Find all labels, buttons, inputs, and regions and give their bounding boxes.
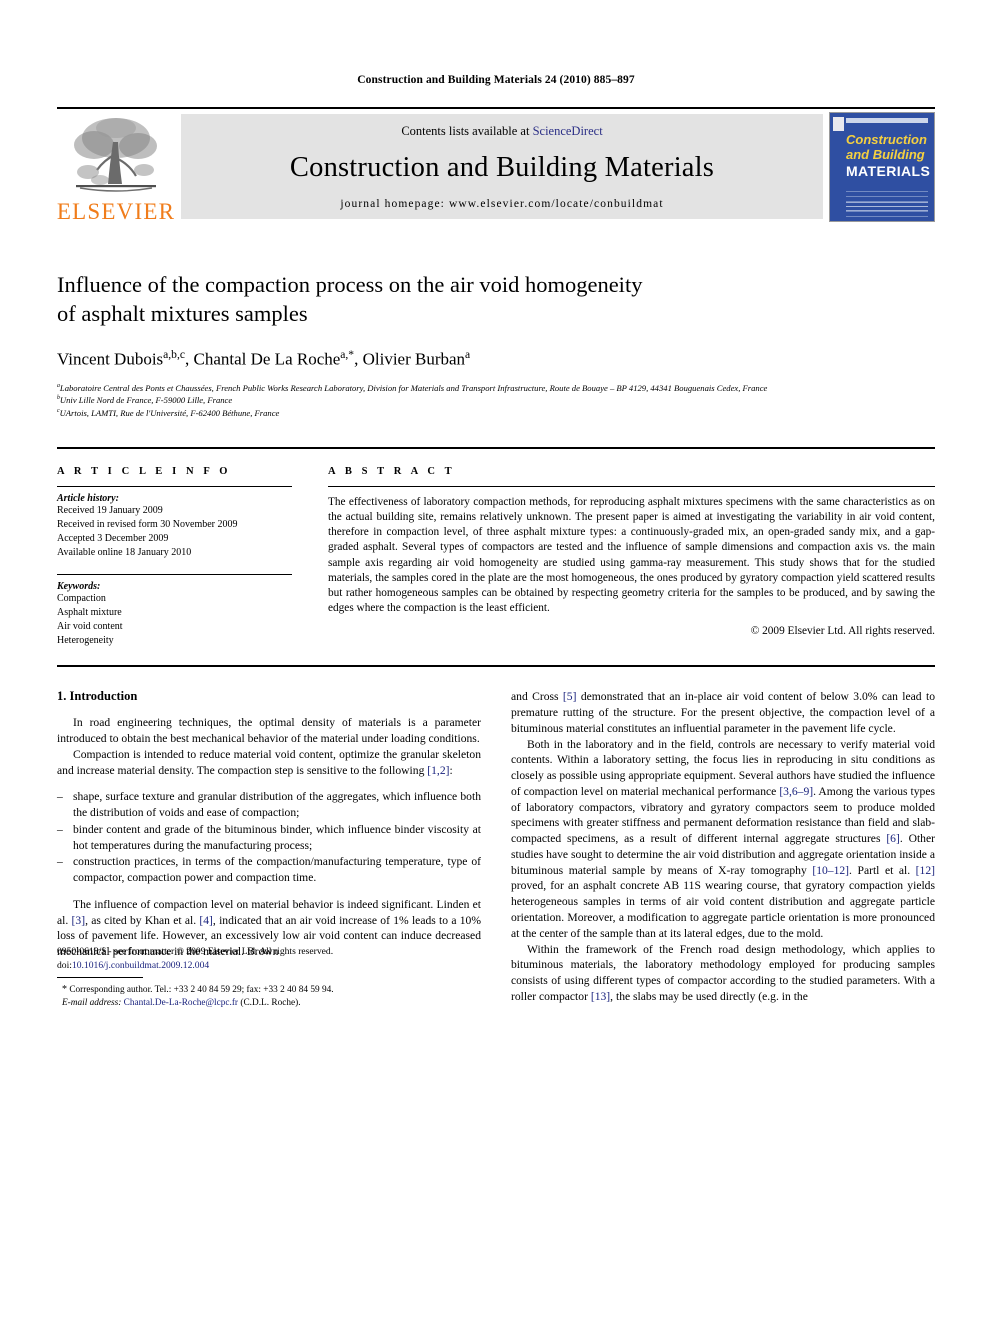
contents-available-line: Contents lists available at ScienceDirec… — [401, 124, 602, 139]
elsevier-logo: ELSEVIER — [57, 109, 175, 225]
citation-ref[interactable]: [5] — [563, 690, 577, 703]
article-history-group: Article history: Received 19 January 200… — [57, 487, 292, 561]
cover-title-line2: and Building — [846, 146, 925, 162]
affiliation-list: aLaboratoire Central des Ponts et Chauss… — [57, 382, 935, 419]
article-info-label: A R T I C L E I N F O — [57, 465, 232, 477]
journal-masthead: ELSEVIER Contents lists available at Sci… — [57, 107, 935, 225]
author-name: Vincent Dubois — [57, 349, 164, 369]
corresponding-author-footnote: * Corresponding author. Tel.: +33 2 40 8… — [57, 976, 481, 1011]
author-marks: a,b,c — [163, 347, 185, 361]
footnote-line-1: * Corresponding author. Tel.: +33 2 40 8… — [57, 983, 481, 997]
footnote-line-2: E-mail address: Chantal.De-La-Roche@lcpc… — [57, 997, 481, 1010]
citation-ref[interactable]: [4] — [199, 914, 213, 927]
keywords-group: Keywords: Compaction Asphalt mixture Air… — [57, 575, 292, 649]
author-marks: a — [465, 347, 471, 361]
footnote-contact-text: Corresponding author. Tel.: +33 2 40 84 … — [69, 984, 334, 995]
contents-prefix: Contents lists available at — [401, 124, 533, 138]
affiliation-item: bUniv Lille Nord de France, F-59000 Lill… — [57, 394, 935, 406]
history-item: Accepted 3 December 2009 — [57, 533, 169, 545]
cover-publisher-emblem-icon — [833, 117, 844, 131]
affiliation-text: Univ Lille Nord de France, F-59000 Lille… — [59, 395, 233, 406]
keyword-item: Air void content — [57, 620, 123, 632]
paragraph: Both in the laboratory and in the field,… — [511, 737, 935, 942]
email-label: E-mail address: — [62, 998, 122, 1009]
affiliation-text: Laboratoire Central des Ponts et Chaussé… — [59, 383, 768, 394]
citation-ref[interactable]: [6] — [886, 832, 900, 845]
citation-ref[interactable]: [3] — [72, 914, 86, 927]
divider — [57, 976, 143, 978]
abstract-text: The effectiveness of laboratory compacti… — [328, 495, 935, 615]
contents-banner: Contents lists available at ScienceDirec… — [181, 114, 823, 219]
citation-ref[interactable]: [1,2] — [427, 764, 449, 777]
section-heading-introduction: 1. Introduction — [57, 689, 138, 704]
journal-homepage-link[interactable]: journal homepage: www.elsevier.com/locat… — [340, 198, 663, 210]
keyword-item: Heterogeneity — [57, 635, 114, 647]
paragraph: and Cross [5] demonstrated that an in-pl… — [511, 689, 935, 736]
list-item: construction practices, in terms of the … — [57, 854, 481, 886]
cover-title-line1: Construction — [846, 132, 927, 147]
paragraph-text: . Partl et al. — [849, 863, 916, 877]
paragraph: Compaction is intended to reduce materia… — [57, 747, 481, 779]
email-owner: (C.D.L. Roche). — [240, 998, 301, 1009]
history-item: Received 19 January 2009 — [57, 504, 163, 516]
paragraph: Within the framework of the French road … — [511, 942, 935, 1005]
paragraph-text: and Cross — [511, 690, 563, 704]
author-name: Olivier Burban — [362, 349, 466, 369]
abstract-column: A B S T R A C T The effectiveness of lab… — [328, 466, 935, 649]
issn-copyright-line: 0950-0618/$ - see front matter © 2009 El… — [57, 945, 334, 957]
citation-ref[interactable]: [12] — [916, 864, 935, 877]
email-link[interactable]: Chantal.De-La-Roche@lcpc.fr — [124, 998, 238, 1008]
keyword-item: Compaction — [57, 592, 106, 604]
info-abstract-section: A R T I C L E I N F O Article history: R… — [57, 446, 935, 668]
doi-link[interactable]: 10.1016/j.conbuildmat.2009.12.004 — [72, 960, 209, 971]
copyright-line: © 2009 Elsevier Ltd. All rights reserved… — [750, 625, 935, 638]
citation-ref[interactable]: [10–12] — [812, 864, 849, 877]
journal-cover-thumbnail: Construction and Building MATERIALS — [829, 112, 935, 222]
paragraph-text: , the slabs may be used directly (e.g. i… — [610, 989, 808, 1003]
cover-bar-decoration — [846, 118, 928, 123]
page-footer: 0950-0618/$ - see front matter © 2009 El… — [57, 945, 333, 974]
abstract-label: A B S T R A C T — [328, 465, 456, 477]
affiliation-text: UArtois, LAMTI, Rue de l'Université, F-6… — [59, 407, 280, 418]
factor-list: shape, surface texture and granular dist… — [57, 789, 481, 886]
title-block: Influence of the compaction process on t… — [57, 270, 935, 419]
article-info-column: A R T I C L E I N F O Article history: R… — [57, 466, 292, 649]
paper-page: Construction and Building Materials 24 (… — [0, 0, 992, 1008]
elsevier-wordmark: ELSEVIER — [56, 199, 176, 224]
right-column: and Cross [5] demonstrated that an in-pl… — [511, 689, 935, 1004]
doi-prefix: doi: — [57, 960, 72, 972]
sciencedirect-link[interactable]: ScienceDirect — [533, 124, 603, 138]
paragraph-text: , as cited by Khan et al. — [85, 913, 200, 927]
article-history-heading: Article history: — [57, 492, 119, 504]
history-item: Received in revised form 30 November 200… — [57, 518, 238, 530]
running-head: Construction and Building Materials 24 (… — [357, 74, 635, 86]
author-list: Vincent Duboisa,b,c, Chantal De La Roche… — [57, 347, 471, 369]
paragraph-text: proved, for an asphalt concrete AB 11S w… — [511, 879, 935, 940]
history-item: Available online 18 January 2010 — [57, 547, 192, 559]
citation-ref[interactable]: [13] — [591, 990, 610, 1003]
title-line-2: of asphalt mixtures samples — [57, 301, 308, 327]
footnote-marker: * — [62, 983, 67, 995]
list-item: binder content and grade of the bitumino… — [57, 822, 481, 854]
page-title: Influence of the compaction process on t… — [57, 270, 935, 329]
cover-footer-decoration — [846, 202, 928, 214]
author-name: Chantal De La Roche — [193, 349, 341, 369]
paragraph: In road engineering techniques, the opti… — [57, 716, 481, 746]
affiliation-item: cUArtois, LAMTI, Rue de l'Université, F-… — [57, 407, 935, 419]
journal-title: Construction and Building Materials — [289, 152, 715, 184]
list-item: shape, surface texture and granular dist… — [57, 789, 481, 821]
keyword-item: Asphalt mixture — [57, 606, 122, 618]
elsevier-tree-icon — [66, 114, 166, 200]
paragraph-text: : — [449, 763, 453, 777]
cover-title-line3: MATERIALS — [846, 163, 931, 180]
doi-line: doi:10.1016/j.conbuildmat.2009.12.004 — [57, 959, 333, 973]
author-marks: a,* — [340, 347, 355, 361]
affiliation-item: aLaboratoire Central des Ponts et Chauss… — [57, 382, 935, 394]
citation-ref[interactable]: [3,6–9] — [779, 785, 813, 798]
title-line-1: Influence of the compaction process on t… — [57, 272, 643, 297]
paragraph-text: Compaction is intended to reduce materia… — [57, 747, 481, 777]
keywords-heading: Keywords: — [57, 580, 101, 592]
